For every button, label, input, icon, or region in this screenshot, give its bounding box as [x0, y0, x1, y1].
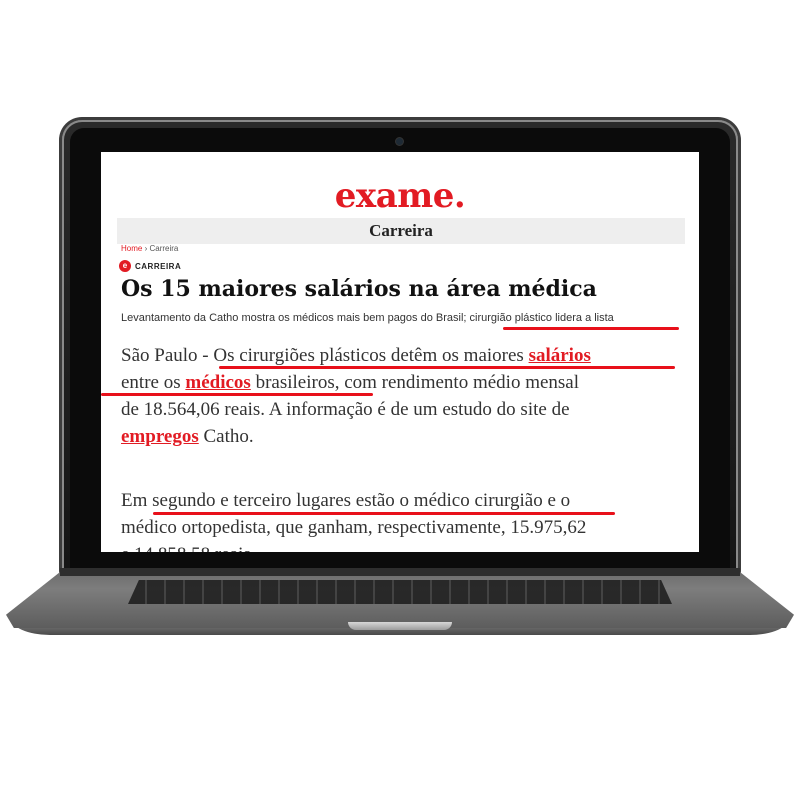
paragraph-line: São Paulo - Os cirurgiões plásticos detê…: [121, 342, 591, 369]
paragraph-line: de 18.564,06 reais. A informação é de um…: [121, 399, 570, 420]
opening-notch: [348, 622, 452, 630]
paragraph-line: médico ortopedista, que ganham, respecti…: [121, 517, 587, 538]
paragraph-line: empregos Catho.: [121, 423, 591, 450]
paragraph-line: e 14.858,58 reais.: [121, 541, 586, 552]
paragraph-line: entre os médicos brasileiros, com rendim…: [121, 369, 591, 396]
article-paragraph: São Paulo - Os cirurgiões plásticos detê…: [121, 342, 591, 450]
highlight-underline: [219, 366, 675, 369]
link-salarios[interactable]: salários: [529, 345, 591, 366]
paragraph-text: São Paulo - Os cirurgiões plásticos detê…: [121, 345, 529, 366]
link-medicos[interactable]: médicos: [185, 372, 250, 393]
breadcrumb-current[interactable]: Carreira: [149, 244, 178, 253]
highlight-underline: [153, 512, 615, 515]
category-label: CARREIRA: [135, 261, 182, 271]
webcam: [396, 138, 403, 145]
paragraph-line: Em segundo e terceiro lugares estão o mé…: [121, 490, 571, 511]
category-tag[interactable]: e CARREIRA: [119, 260, 181, 272]
breadcrumb-home[interactable]: Home: [121, 244, 142, 253]
site-logo[interactable]: exame.: [101, 176, 699, 216]
highlight-underline: [101, 393, 373, 396]
browser-screen: exame. Carreira Home › Carreira e CARREI…: [101, 152, 699, 552]
section-title[interactable]: Carreira: [117, 221, 685, 241]
article-subtitle: Levantamento da Catho mostra os médicos …: [121, 312, 614, 324]
exame-e-icon: e: [119, 260, 131, 272]
highlight-underline: [503, 327, 679, 330]
section-header: Carreira: [117, 218, 685, 244]
paragraph-text: brasileiros, com rendimento médio mensal: [250, 372, 580, 393]
link-empregos[interactable]: empregos: [121, 426, 199, 447]
breadcrumb: Home › Carreira: [121, 244, 178, 253]
paragraph-text: Catho.: [198, 426, 254, 447]
paragraph-text: entre os: [121, 372, 186, 393]
keyboard: [128, 580, 672, 604]
article-headline: Os 15 maiores salários na área médica: [121, 276, 597, 302]
laptop-hinge: [60, 568, 740, 576]
article-paragraph: Em segundo e terceiro lugares estão o mé…: [121, 487, 586, 552]
chevron-right-icon: ›: [144, 244, 148, 253]
